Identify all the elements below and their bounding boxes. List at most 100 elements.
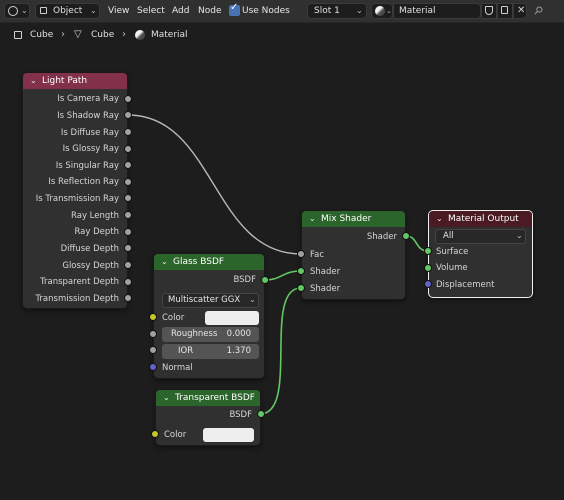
node-editor-icon <box>8 6 18 16</box>
use-nodes-checkbox[interactable]: ✓ <box>229 2 240 16</box>
socket-label: Is Transmission Ray <box>35 194 119 204</box>
shader-type-dropdown[interactable]: Object ⌄ <box>35 3 100 19</box>
slot-dropdown[interactable]: Slot 1 ⌄ <box>307 3 367 19</box>
input-socket[interactable] <box>149 330 157 338</box>
output-socket[interactable] <box>124 278 132 286</box>
roughness-field[interactable]: Roughness 0.000 <box>162 327 259 342</box>
output-socket[interactable] <box>124 111 132 119</box>
collapse-chevron-icon[interactable]: ⌄ <box>163 390 170 406</box>
glass-bsdf-node[interactable]: ⌄ Glass BSDF BSDF Multiscatter GGX ⌄ Col… <box>153 253 265 379</box>
socket-diffuse-depth: Diffuse Depth <box>23 242 119 256</box>
normal-label: Normal <box>162 363 193 373</box>
socket-label: BSDF <box>229 410 252 420</box>
color-swatch[interactable] <box>203 428 254 442</box>
editor-type-dropdown[interactable]: ⌄ <box>4 3 30 19</box>
output-socket[interactable] <box>124 178 132 186</box>
collapse-chevron-icon[interactable]: ⌄ <box>161 254 168 270</box>
ior-value: 1.370 <box>226 346 251 356</box>
input-socket[interactable] <box>424 280 432 288</box>
material-output-header[interactable]: ⌄ Material Output <box>429 211 532 227</box>
socket-label: Transmission Depth <box>35 294 119 304</box>
chevron-right-icon: › <box>61 29 65 40</box>
socket-is-diffuse-ray: Is Diffuse Ray <box>23 126 119 140</box>
input-socket[interactable] <box>297 267 305 275</box>
output-socket[interactable] <box>124 294 132 302</box>
pin-icon[interactable]: ⚲ <box>530 2 547 19</box>
input-socket[interactable] <box>149 346 157 354</box>
socket-label: Transparent Depth <box>40 277 119 287</box>
new-material-button[interactable] <box>497 3 513 19</box>
socket-label: Shader <box>366 232 397 242</box>
transparent-bsdf-node[interactable]: ⌄ Transparent BSDF BSDF Color <box>155 389 261 446</box>
shader-type-label: Object <box>53 6 83 16</box>
menu-node[interactable]: Node <box>198 3 222 19</box>
unlink-material-button[interactable]: ✕ <box>513 3 527 19</box>
input-socket[interactable] <box>297 284 305 292</box>
input-socket[interactable] <box>151 430 159 438</box>
input-socket[interactable] <box>149 363 157 371</box>
node-title: Transparent BSDF <box>175 393 255 403</box>
target-dropdown[interactable]: All ⌄ <box>435 229 526 244</box>
input-socket[interactable] <box>297 250 305 258</box>
light-path-header[interactable]: ⌄ Light Path <box>23 73 127 89</box>
roughness-value: 0.000 <box>226 329 251 339</box>
output-socket[interactable] <box>124 244 132 252</box>
socket-label: Is Glossy Ray <box>62 144 119 154</box>
material-output-node[interactable]: ⌄ Material Output All ⌄ Surface Volume D… <box>428 210 533 298</box>
socket-label: Surface <box>436 247 469 257</box>
material-name: Material <box>399 6 436 16</box>
light-path-node[interactable]: ⌄ Light Path Is Camera Ray Is Shadow Ray… <box>22 72 128 309</box>
socket-label: Fac <box>310 250 324 260</box>
checkmark-icon: ✓ <box>230 2 239 13</box>
output-socket[interactable] <box>124 228 132 236</box>
output-socket[interactable] <box>124 128 132 136</box>
chevron-down-icon: ⌄ <box>90 6 97 15</box>
roughness-label: Roughness <box>171 329 218 339</box>
menu-select[interactable]: Select <box>137 3 165 19</box>
shield-icon <box>485 6 493 15</box>
input-socket[interactable] <box>424 247 432 255</box>
socket-label: Shader <box>310 267 341 277</box>
chevron-down-icon: ⌄ <box>356 6 363 15</box>
socket-glossy-depth: Glossy Depth <box>23 259 119 273</box>
color-label: Color <box>162 313 185 323</box>
close-icon: ✕ <box>517 5 526 16</box>
output-socket[interactable] <box>124 261 132 269</box>
glass-bsdf-header[interactable]: ⌄ Glass BSDF <box>154 254 264 270</box>
material-sphere-icon <box>375 6 385 16</box>
ior-field[interactable]: IOR 1.370 <box>162 344 259 359</box>
output-socket[interactable] <box>257 410 265 418</box>
output-socket[interactable] <box>124 211 132 219</box>
material-browse-button[interactable]: ⌄ <box>371 3 393 19</box>
fake-user-button[interactable] <box>481 3 497 19</box>
link-glass-to-mix-shader1 <box>264 270 302 281</box>
output-socket[interactable] <box>261 276 269 284</box>
breadcrumb <box>0 23 564 47</box>
input-socket[interactable] <box>424 264 432 272</box>
output-socket[interactable] <box>124 161 132 169</box>
menu-add[interactable]: Add <box>172 3 189 19</box>
distribution-dropdown[interactable]: Multiscatter GGX ⌄ <box>162 293 259 308</box>
output-socket[interactable] <box>124 95 132 103</box>
output-socket[interactable] <box>124 145 132 153</box>
mix-shader-node[interactable]: ⌄ Mix Shader Shader Fac Shader Shader <box>301 210 406 300</box>
collapse-chevron-icon[interactable]: ⌄ <box>309 211 316 227</box>
object-icon <box>40 7 47 14</box>
node-editor-header: ⌄ Object ⌄ View Select Add Node ✓ Use No… <box>0 0 564 23</box>
color-swatch[interactable] <box>205 311 259 325</box>
output-socket[interactable] <box>124 194 132 202</box>
link-shadow-ray-to-fac <box>127 114 302 255</box>
transparent-bsdf-header[interactable]: ⌄ Transparent BSDF <box>156 390 260 406</box>
use-nodes-label[interactable]: Use Nodes <box>242 3 290 19</box>
collapse-chevron-icon[interactable]: ⌄ <box>436 211 443 227</box>
mix-shader-header[interactable]: ⌄ Mix Shader <box>302 211 405 227</box>
menu-view[interactable]: View <box>108 3 129 19</box>
socket-bsdf: BSDF <box>156 408 252 422</box>
input-socket[interactable] <box>149 313 157 321</box>
socket-is-singular-ray: Is Singular Ray <box>23 159 119 173</box>
socket-label: BSDF <box>233 275 256 285</box>
output-socket[interactable] <box>402 232 410 240</box>
material-name-field[interactable]: Material <box>393 3 481 19</box>
socket-is-transmission-ray: Is Transmission Ray <box>23 192 119 206</box>
collapse-chevron-icon[interactable]: ⌄ <box>30 73 37 89</box>
